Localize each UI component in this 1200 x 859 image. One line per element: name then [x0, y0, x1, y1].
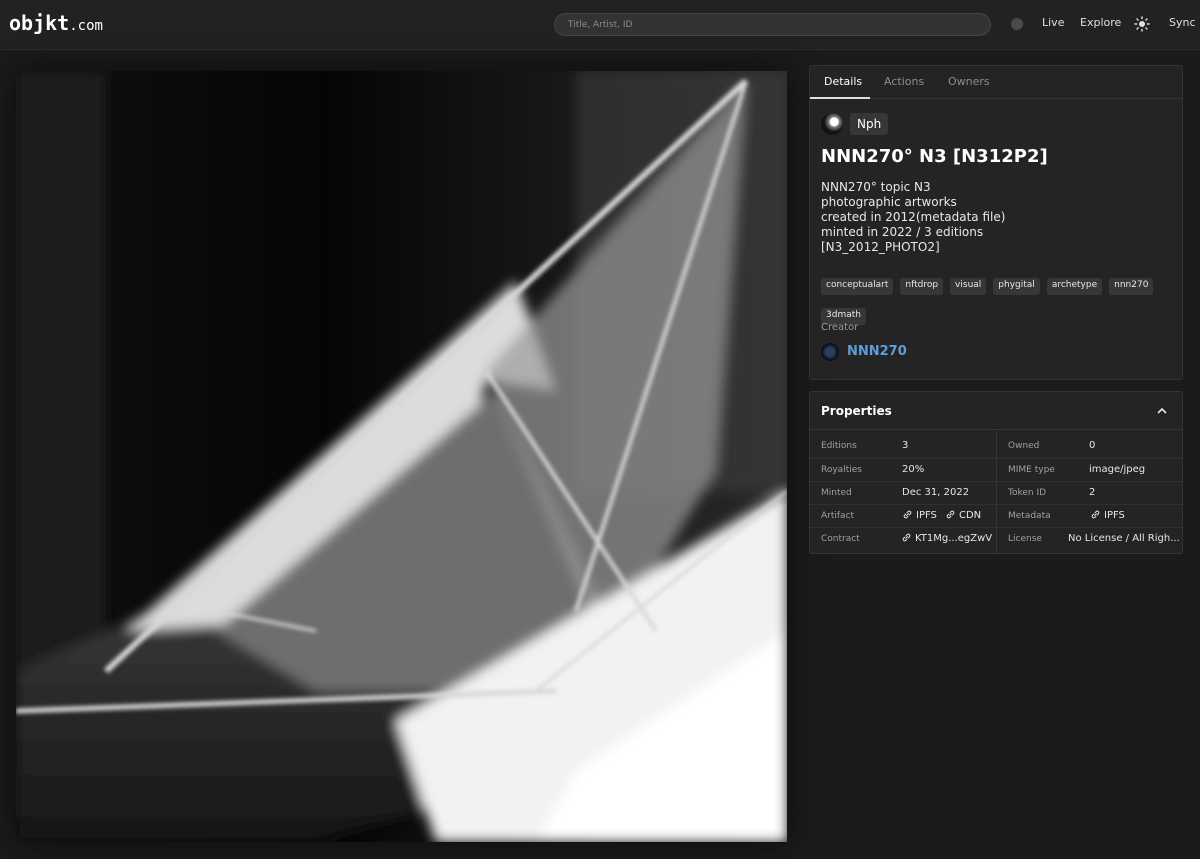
creator-label: Creator — [821, 322, 859, 333]
properties-panel: Properties Editions 3 Owned 0 Royalties … — [809, 391, 1183, 554]
site-logo[interactable]: objkt.com — [9, 11, 103, 35]
artifact-cdn-text: CDN — [959, 510, 982, 521]
token-id-value: 2 — [1089, 487, 1096, 498]
contract-link[interactable]: KT1Mg...egZwV — [902, 533, 992, 544]
tab-owners[interactable]: Owners — [948, 75, 990, 88]
token-id-label: Token ID — [1008, 488, 1047, 498]
link-icon — [946, 510, 955, 519]
property-row: Artifact IPFS CDN Metadata IPFS — [810, 504, 1182, 527]
search-input[interactable] — [554, 13, 991, 36]
property-row: Contract KT1Mg...egZwV License No Licens… — [810, 527, 1182, 550]
artifact-ipfs-text: IPFS — [916, 510, 937, 521]
tag-archetype[interactable]: archetype — [1046, 278, 1103, 295]
properties-header[interactable]: Properties — [810, 392, 1182, 430]
description-line: created in 2012(metadata file) — [821, 210, 1006, 224]
artifact-cdn-link[interactable]: CDN — [946, 510, 981, 521]
tag-visual[interactable]: visual — [950, 278, 987, 295]
owned-label: Owned — [1008, 441, 1040, 451]
top-bar: objkt.com Live Explore Sync — [0, 0, 1200, 50]
chevron-up-icon[interactable] — [1156, 405, 1168, 417]
artwork-title: NNN270° N3 [N312P2] — [821, 146, 1048, 167]
editions-label: Editions — [821, 441, 857, 451]
mime-type-label: MIME type — [1008, 465, 1055, 475]
metadata-label: Metadata — [1008, 511, 1051, 521]
royalties-label: Royalties — [821, 465, 862, 475]
tab-actions[interactable]: Actions — [884, 75, 924, 88]
logo-suffix: .com — [69, 18, 103, 34]
mime-type-value: image/jpeg — [1089, 464, 1146, 475]
details-tabs: Details Actions Owners — [810, 66, 1182, 99]
license-label: License — [1008, 534, 1042, 544]
creator-name[interactable]: NNN270 — [847, 344, 907, 359]
contract-label: Contract — [821, 534, 860, 544]
property-row: Minted Dec 31, 2022 Token ID 2 — [810, 481, 1182, 504]
creator-avatar — [821, 343, 839, 361]
artifact-label: Artifact — [821, 511, 855, 521]
tag-nftdrop[interactable]: nftdrop — [900, 278, 944, 295]
tag-nnn270[interactable]: nnn270 — [1109, 278, 1154, 295]
nav-live[interactable]: Live — [1042, 16, 1064, 29]
artwork-image[interactable] — [16, 71, 787, 842]
property-row: Editions 3 Owned 0 — [810, 435, 1182, 458]
nav-sync[interactable]: Sync — [1169, 16, 1196, 29]
property-row: Royalties 20% MIME type image/jpeg — [810, 458, 1182, 481]
description-line: minted in 2022 / 3 editions — [821, 225, 984, 239]
theme-toggle-sun-icon[interactable] — [1134, 16, 1150, 32]
logo-main: objkt — [9, 11, 70, 35]
license-value: No License / All Righ... — [1068, 533, 1180, 544]
tab-details[interactable]: Details — [824, 75, 862, 88]
artwork-description: NNN270° topic N3 photographic artworks c… — [821, 180, 1005, 255]
description-line: NNN270° topic N3 — [821, 180, 931, 194]
description-line: [N3_2012_PHOTO2] — [821, 240, 940, 254]
properties-title: Properties — [821, 404, 892, 418]
owned-value: 0 — [1089, 440, 1096, 451]
link-icon — [1091, 510, 1100, 519]
metadata-ipfs-text: IPFS — [1104, 510, 1125, 521]
link-icon — [902, 533, 911, 542]
tag-list: conceptualart nftdrop visual phygital archet… — [821, 272, 1171, 332]
tag-conceptualart[interactable]: conceptualart — [821, 278, 894, 295]
tag-phygital[interactable]: phygital — [993, 278, 1040, 295]
owner-name: Nph — [850, 113, 889, 135]
minted-value: Dec 31, 2022 — [902, 487, 970, 498]
contract-text: KT1Mg...egZwV — [915, 533, 993, 544]
owner-avatar — [821, 113, 843, 135]
editions-value: 3 — [902, 440, 909, 451]
active-tab-indicator — [810, 97, 870, 99]
artwork-photo — [16, 71, 787, 842]
minted-label: Minted — [821, 488, 852, 498]
artifact-ipfs-link[interactable]: IPFS — [903, 510, 937, 521]
details-panel: Details Actions Owners Nph NNN270° N3 [N… — [809, 65, 1183, 380]
metadata-ipfs-link[interactable]: IPFS — [1091, 510, 1125, 521]
link-icon — [903, 510, 912, 519]
nav-explore[interactable]: Explore — [1080, 16, 1121, 29]
royalties-value: 20% — [902, 464, 925, 475]
connection-status-dot — [1011, 18, 1023, 30]
description-line: photographic artworks — [821, 195, 957, 209]
